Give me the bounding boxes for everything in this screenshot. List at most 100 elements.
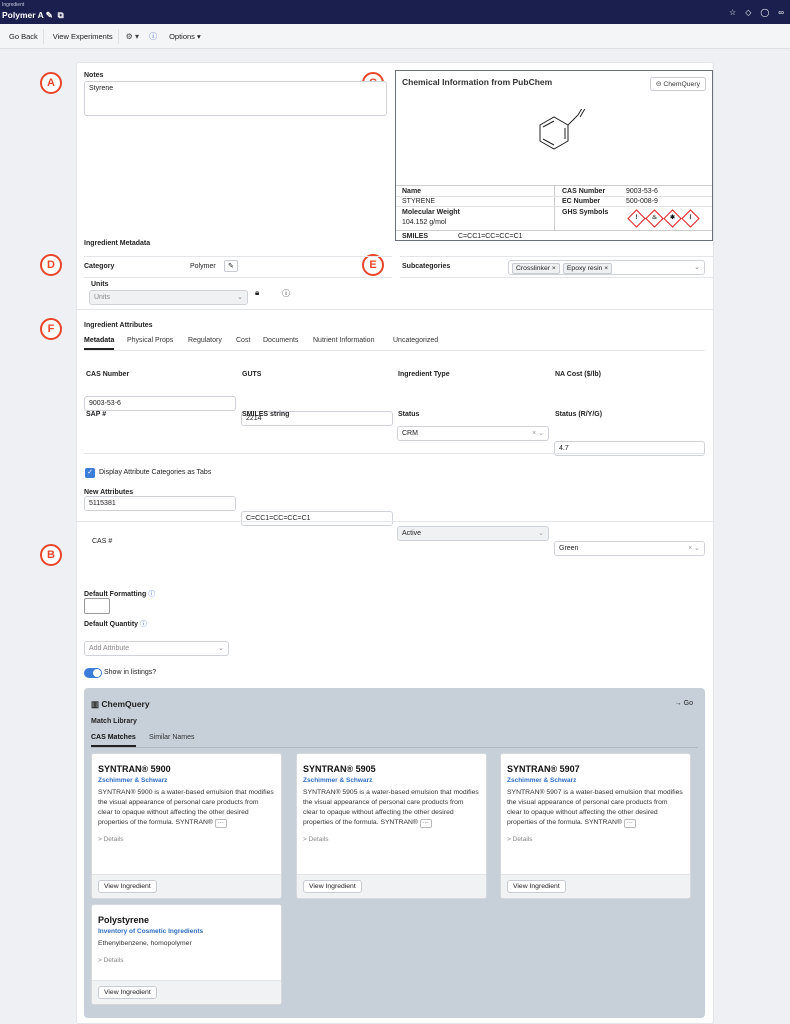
more-button[interactable]: ··· — [623, 819, 636, 828]
more-button[interactable]: ··· — [214, 819, 227, 828]
pc-cas-value: 9003-53-6 — [626, 188, 658, 195]
status-ryg-select[interactable]: Green × ⌄ — [554, 541, 705, 556]
tag-icon[interactable]: ◇ — [745, 8, 751, 17]
guts-label: GUTS — [242, 371, 262, 378]
tab-regulatory[interactable]: Regulatory — [188, 337, 222, 344]
match-title: SYNTRAN® 5900 — [98, 764, 171, 774]
pc-mw-label: Molecular Weight — [402, 209, 460, 216]
pc-smiles-value: C=CC1=CC=CC=C1 — [458, 233, 523, 240]
match-library-label: Match Library — [91, 718, 137, 725]
smiles-string-label: SMILES string — [242, 411, 290, 418]
status-select[interactable]: Active ⌄ — [397, 526, 549, 541]
ingredient-metadata-heading: Ingredient Metadata — [84, 240, 151, 247]
chevron-down-icon: ⌄ — [694, 264, 700, 271]
subcategory-chip: Crosslinker × — [512, 263, 560, 274]
clear-chevron-icon[interactable]: × ⌄ — [532, 429, 544, 437]
chemquery-heading: ▥ ChemQuery — [91, 699, 150, 710]
edit-category-icon[interactable]: ✎ — [224, 260, 238, 272]
ingredient-type-select[interactable]: CRM × ⌄ — [397, 426, 549, 441]
view-experiments-button[interactable]: View Experiments — [48, 28, 119, 44]
external-link-icon[interactable]: ⧉ — [58, 10, 64, 20]
pc-ec-value: 500-008-9 — [626, 198, 658, 205]
annotation-d: D — [40, 254, 62, 276]
options-button[interactable]: Options ▾ — [164, 29, 206, 44]
status-ryg-value: Green — [559, 545, 579, 552]
view-ingredient-button[interactable]: View Ingredient — [303, 880, 362, 893]
subcategories-select[interactable]: Crosslinker × Epoxy resin × ⌄ — [508, 260, 705, 275]
comment-icon[interactable]: ◯ — [760, 8, 769, 17]
tab-cas-matches[interactable]: CAS Matches — [91, 734, 136, 747]
match-source[interactable]: Zschimmer & Schwarz — [303, 777, 486, 784]
sap-input[interactable]: 5115381 — [84, 496, 236, 511]
add-attribute-select[interactable]: Add Attribute ⌄ — [84, 641, 229, 656]
divider — [84, 453, 705, 454]
chemquery-tabs: CAS Matches Similar Names — [91, 734, 698, 748]
status-value: Active — [402, 530, 422, 537]
card-footer: View Ingredient — [92, 980, 281, 1004]
add-attribute-placeholder: Add Attribute — [89, 645, 130, 652]
sap-label: SAP # — [86, 411, 107, 418]
gear-icon[interactable]: ⚙ ▾ — [123, 32, 142, 41]
remove-chip-icon[interactable]: × — [552, 265, 556, 272]
pubchem-table: Name STYRENE Molecular Weight 104.152 g/… — [396, 185, 712, 241]
chemquery-panel: ▥ ChemQuery → Go Match Library CAS Match… — [84, 688, 705, 1018]
star-icon[interactable]: ☆ — [729, 8, 736, 17]
view-ingredient-button[interactable]: View Ingredient — [507, 880, 566, 893]
tab-physical-props[interactable]: Physical Props — [127, 337, 173, 344]
details-toggle[interactable]: > Details — [507, 836, 690, 843]
chip-label: Epoxy resin — [566, 265, 603, 272]
remove-chip-icon[interactable]: × — [604, 265, 608, 272]
top-bar: Ingredient Polymer A ✎ ⧉ ☆ ◇ ◯ ∞ — [0, 0, 790, 24]
pubchem-panel: Chemical Information from PubChem ⊝ Chem… — [395, 70, 713, 241]
tab-similar-names[interactable]: Similar Names — [149, 734, 195, 741]
cas-hash-label: CAS # — [92, 538, 113, 545]
smiles-string-input[interactable]: C=CC1=CC=CC=C1 — [241, 511, 393, 526]
match-card: SYNTRAN® 5900 Zschimmer & Schwarz SYNTRA… — [91, 753, 282, 899]
chemquery-button[interactable]: ⊝ ChemQuery — [649, 77, 706, 91]
pc-ec-label: EC Number — [562, 198, 601, 205]
info-icon[interactable]: ⓘ — [148, 591, 155, 598]
tab-cost[interactable]: Cost — [236, 337, 250, 344]
info-icon[interactable]: ⓘ — [140, 621, 147, 628]
chevron-down-icon: ⌄ — [237, 294, 243, 301]
edit-icon[interactable]: ✎ — [46, 10, 53, 20]
view-ingredient-button[interactable]: View Ingredient — [98, 880, 157, 893]
info-icon[interactable]: ⓘ — [146, 31, 160, 42]
match-source[interactable]: Zschimmer & Schwarz — [507, 777, 690, 784]
units-select[interactable]: Units ⌄ — [89, 290, 248, 305]
divider — [76, 521, 714, 522]
match-source[interactable]: Zschimmer & Schwarz — [98, 777, 281, 784]
cas-number-input[interactable]: 9003-53-6 — [84, 396, 236, 411]
go-back-button[interactable]: Go Back — [4, 28, 44, 44]
match-card: SYNTRAN® 5905 Zschimmer & Schwarz SYNTRA… — [296, 753, 487, 899]
view-ingredient-button[interactable]: View Ingredient — [98, 986, 157, 999]
pc-mw-value: 104.152 g/mol — [402, 219, 447, 226]
details-toggle[interactable]: > Details — [303, 836, 486, 843]
styrene-structure-image — [539, 109, 586, 150]
category-row: Category Polymer ✎ — [84, 256, 392, 278]
more-button[interactable]: ··· — [419, 819, 432, 828]
match-source[interactable]: Inventory of Cosmetic Ingredients — [98, 928, 281, 935]
cas-number-label: CAS Number — [86, 371, 130, 378]
clear-chevron-icon[interactable]: × ⌄ — [688, 544, 700, 552]
default-formatting-input[interactable] — [84, 598, 110, 614]
go-link[interactable]: → Go — [675, 700, 693, 707]
status-ryg-label: Status (R/Y/G) — [555, 411, 603, 418]
link-icon[interactable]: ∞ — [778, 8, 784, 17]
ghs-exclamation-icon: ! — [627, 209, 646, 228]
pc-name-value: STYRENE — [402, 198, 436, 205]
details-toggle[interactable]: > Details — [98, 836, 281, 843]
tab-metadata[interactable]: Metadata — [84, 337, 115, 350]
notes-textarea[interactable]: Styrene — [84, 81, 387, 116]
info-icon[interactable]: ⓘ — [282, 288, 290, 299]
lock-icon[interactable]: 🔒︎ — [255, 288, 259, 298]
display-tabs-checkbox[interactable]: ✓ — [85, 468, 95, 478]
tab-documents[interactable]: Documents — [263, 337, 298, 344]
match-title: SYNTRAN® 5905 — [303, 764, 376, 774]
tab-uncategorized[interactable]: Uncategorized — [393, 337, 438, 344]
match-description-text: SYNTRAN® 5900 is a water-based emulsion … — [98, 789, 274, 826]
show-in-listings-toggle[interactable] — [84, 668, 102, 678]
pc-ghs-label: GHS Symbols — [562, 209, 609, 216]
tab-nutrient-information[interactable]: Nutrient Information — [313, 337, 374, 344]
details-toggle[interactable]: > Details — [98, 957, 281, 964]
